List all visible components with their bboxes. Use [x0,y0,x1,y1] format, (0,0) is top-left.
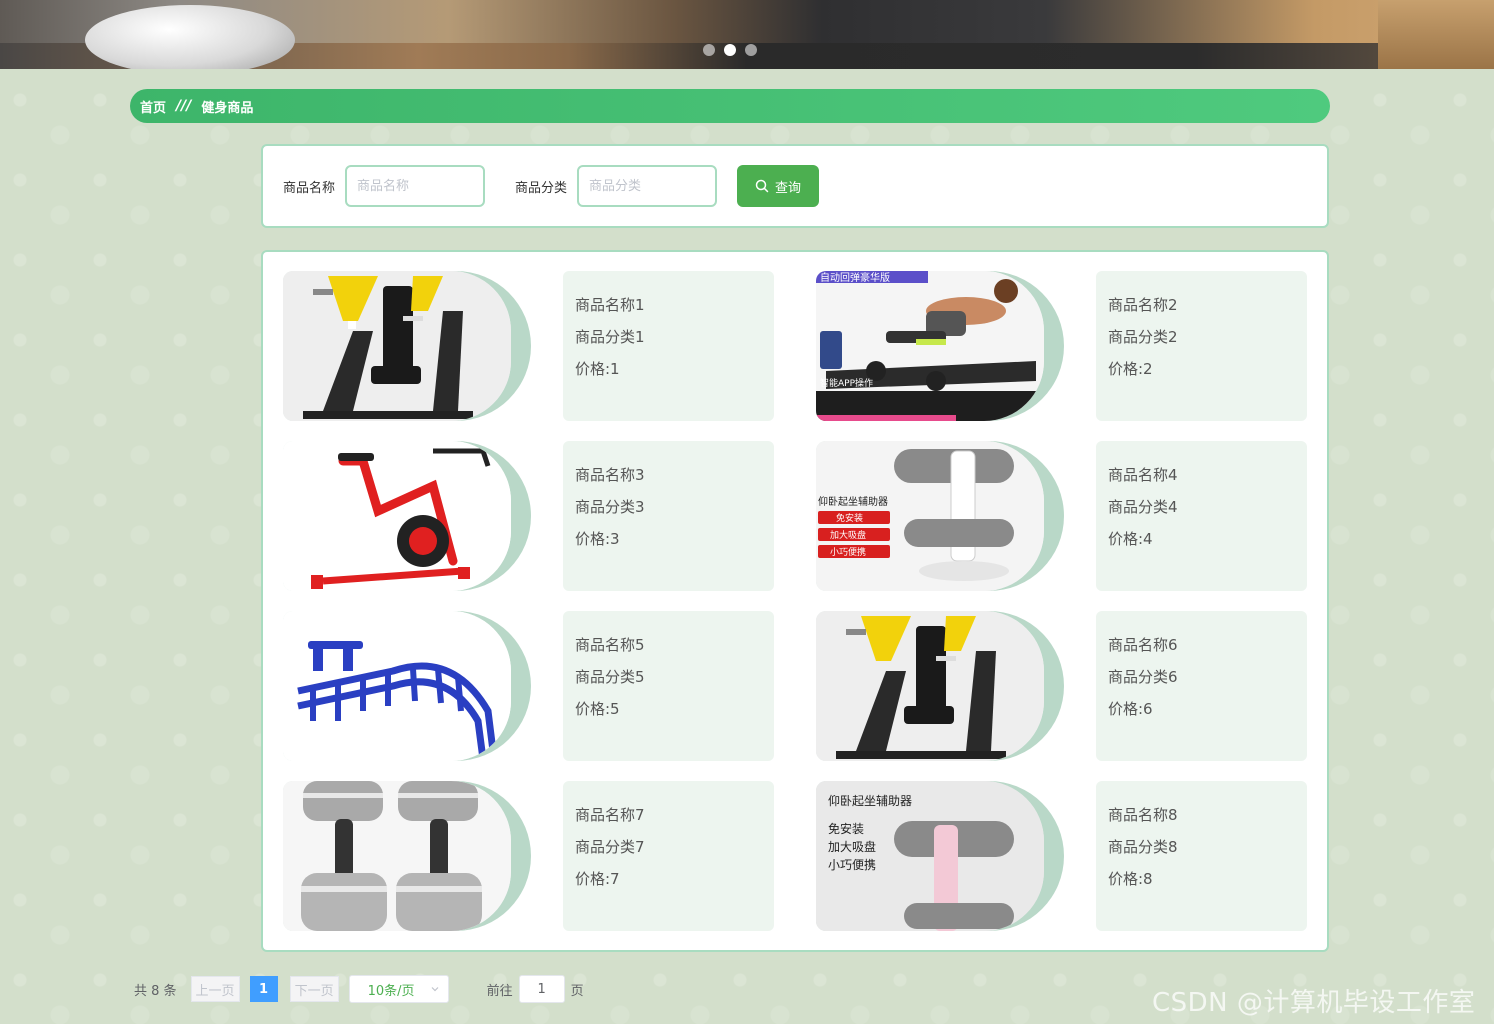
product-price: 价格:5 [575,700,620,718]
product-price: 价格:7 [575,870,620,888]
product-price: 价格:3 [575,530,620,548]
product-category: 商品分类2 [1108,328,1178,346]
product-name: 商品名称5 [575,636,645,654]
product-2-app-text: 智能APP操作 [820,377,873,389]
total-count: 共 8 条 [134,983,177,999]
product-card-7[interactable]: 商品名称7 商品分类7 价格:7 [283,781,774,931]
product-name: 商品名称8 [1108,806,1178,824]
product-image-frame [283,271,531,421]
product-image-outdoor-situp-bench[interactable] [283,611,511,761]
breadcrumb-home[interactable]: 首页 [140,97,166,116]
breadcrumb-current: 健身商品 [201,100,254,116]
product-list: 商品名称1 商品分类1 价格:1 自动回弹豪华版 智能APP操作 商品名称2 商… [261,250,1329,952]
search-button[interactable]: 查询 [737,165,820,207]
product-image-frame [283,441,531,591]
product-image-situp-assistant-pink[interactable]: 仰卧起坐辅助器 免安装 加大吸盘 小巧便携 [816,781,1044,931]
product-category: 商品分类8 [1108,838,1178,856]
page-number-current[interactable]: 1 [249,976,278,1002]
product-name: 商品名称7 [575,806,645,824]
search-panel: 商品名称 商品分类 查询 [261,144,1329,228]
product-image-dumbbells[interactable] [283,781,511,931]
banner-wood-panel [1378,0,1494,69]
search-icon [755,179,769,193]
product-4-caption-title: 仰卧起坐辅助器 [818,495,888,508]
prev-page-button[interactable]: 上一页 [190,976,240,1002]
product-8-caption-2: 加大吸盘 [828,839,876,854]
product-price: 价格:6 [1108,700,1153,718]
product-card-1[interactable]: 商品名称1 商品分类1 价格:1 [283,271,774,421]
search-button-label: 查询 [775,180,802,196]
product-category: 商品分类5 [575,668,645,686]
product-4-caption-3: 小巧便携 [830,546,866,558]
product-8-caption-title: 仰卧起坐辅助器 [828,793,912,808]
product-info: 商品名称4 商品分类4 价格:4 [1096,441,1307,591]
product-image-situp-assistant[interactable]: 仰卧起坐辅助器 免安装 加大吸盘 小巧便携 [816,441,1044,591]
pagination: 共 8 条 上一页 1 下一页 10条/页 前往 页 [134,975,584,1003]
product-image-frame [283,611,531,761]
product-price: 价格:4 [1108,530,1153,548]
product-price: 价格:2 [1108,360,1153,378]
chevron-down-icon [431,987,439,992]
product-image-frame [283,781,531,931]
product-card-6[interactable]: 商品名称6 商品分类6 价格:6 [816,611,1307,761]
product-image-spin-bike[interactable] [283,441,511,591]
product-category: 商品分类4 [1108,498,1178,516]
name-search-input[interactable] [345,165,486,207]
product-name: 商品名称1 [575,296,645,314]
product-image-chest-press[interactable] [283,271,511,421]
product-name: 商品名称3 [575,466,645,484]
product-8-caption-1: 免安装 [828,821,864,836]
goto-label: 前往 [486,983,513,999]
product-image-chest-press[interactable] [816,611,1044,761]
product-info: 商品名称3 商品分类3 价格:3 [563,441,774,591]
breadcrumb-separator: /// [176,98,192,114]
product-category: 商品分类6 [1108,668,1178,686]
product-info: 商品名称6 商品分类6 价格:6 [1096,611,1307,761]
hero-carousel[interactable] [0,0,1494,69]
breadcrumb: 首页 /// 健身商品 [130,89,1330,123]
name-label: 商品名称 [283,180,336,196]
product-image-frame: 仰卧起坐辅助器 免安装 加大吸盘 小巧便携 [816,441,1064,591]
carousel-dot-2[interactable] [724,44,736,56]
product-image-frame: 仰卧起坐辅助器 免安装 加大吸盘 小巧便携 [816,781,1064,931]
carousel-indicators [703,44,757,56]
product-image-frame [816,611,1064,761]
product-image-rowing-bench[interactable]: 自动回弹豪华版 智能APP操作 [816,271,1044,421]
product-info: 商品名称2 商品分类2 价格:2 [1096,271,1307,421]
banner-egg-chair [85,5,295,69]
product-name: 商品名称6 [1108,636,1178,654]
page-unit-label: 页 [570,983,584,999]
product-4-caption-1: 免安装 [836,512,863,524]
product-card-4[interactable]: 仰卧起坐辅助器 免安装 加大吸盘 小巧便携 商品名称4 商品分类4 价格:4 [816,441,1307,591]
product-card-8[interactable]: 仰卧起坐辅助器 免安装 加大吸盘 小巧便携 商品名称8 商品分类8 价格:8 [816,781,1307,931]
carousel-dot-3[interactable] [745,44,757,56]
product-info: 商品名称8 商品分类8 价格:8 [1096,781,1307,931]
product-info: 商品名称7 商品分类7 价格:7 [563,781,774,931]
product-price: 价格:1 [575,360,620,378]
category-search-input[interactable] [577,165,718,207]
product-name: 商品名称2 [1108,296,1178,314]
product-card-3[interactable]: 商品名称3 商品分类3 价格:3 [283,441,774,591]
page-size-value: 10条/页 [367,983,415,999]
category-label: 商品分类 [515,180,568,196]
product-4-caption-2: 加大吸盘 [830,529,866,541]
product-8-caption-3: 小巧便携 [828,857,876,872]
product-card-5[interactable]: 商品名称5 商品分类5 价格:5 [283,611,774,761]
product-category: 商品分类3 [575,498,645,516]
product-price: 价格:8 [1108,870,1153,888]
next-page-button[interactable]: 下一页 [289,976,339,1002]
product-image-frame: 自动回弹豪华版 智能APP操作 [816,271,1064,421]
product-info: 商品名称5 商品分类5 价格:5 [563,611,774,761]
watermark: CSDN @计算机毕设工作室 [1152,988,1476,1018]
product-category: 商品分类1 [575,328,645,346]
carousel-dot-1[interactable] [703,44,715,56]
page-size-select[interactable]: 10条/页 [348,975,449,1003]
product-name: 商品名称4 [1108,466,1178,484]
product-info: 商品名称1 商品分类1 价格:1 [563,271,774,421]
product-card-2[interactable]: 自动回弹豪华版 智能APP操作 商品名称2 商品分类2 价格:2 [816,271,1307,421]
product-category: 商品分类7 [575,838,645,856]
goto-page-input[interactable] [518,975,565,1003]
product-2-banner-text: 自动回弹豪华版 [820,271,890,284]
